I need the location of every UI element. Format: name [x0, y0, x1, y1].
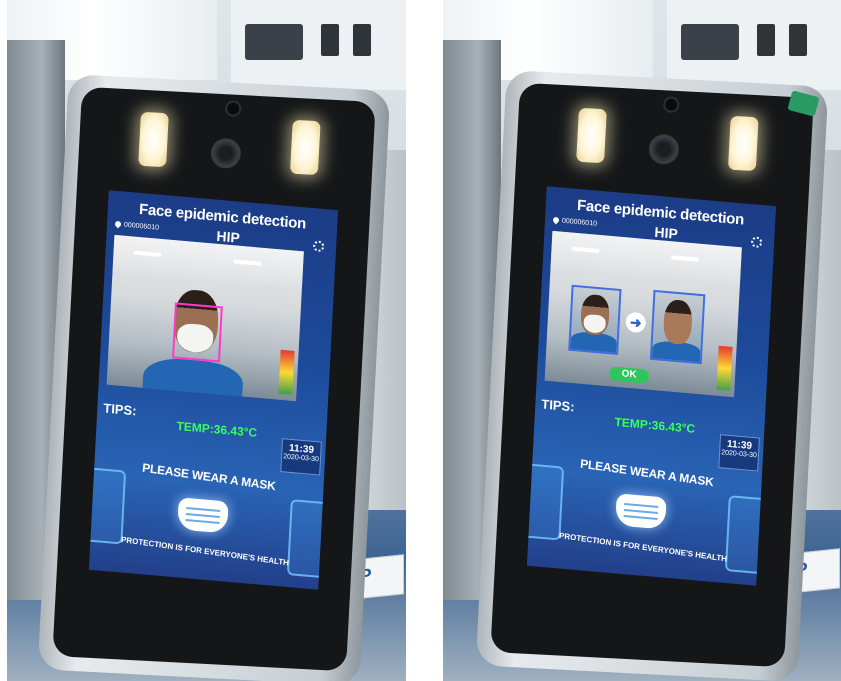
- face-detection-terminal: Face epidemic detection 000006010 HIP ➜: [475, 69, 829, 681]
- wall-device: [321, 24, 339, 56]
- face-mask-icon: [177, 497, 229, 534]
- device-id: 000006010: [551, 216, 598, 228]
- device-id-value: 000006010: [123, 221, 160, 232]
- face-mask-icon: [615, 493, 667, 530]
- device-id: 000006010: [113, 220, 160, 232]
- sensor-icon: [662, 96, 680, 114]
- device-id-value: 000006010: [561, 217, 598, 228]
- tips-label: TIPS:: [102, 400, 137, 419]
- ceiling-light: [671, 255, 700, 262]
- right-photo: HIP Face epidemic detection 000006010 HI…: [443, 0, 841, 681]
- background-display-panel: [667, 0, 841, 90]
- match-ok-badge: OK: [608, 366, 650, 384]
- ceiling-light: [571, 246, 600, 254]
- device-screen: Face epidemic detection 000006010 HIP ➜: [526, 186, 777, 586]
- left-photo: HIP Face epidemic detection 000006010 HI…: [7, 0, 406, 681]
- clock-widget: 11:39 2020-03-30: [280, 438, 322, 476]
- fill-light: [138, 111, 169, 168]
- sensor-icon: [224, 100, 242, 118]
- temperature-reading: TEMP:36.43°C: [176, 418, 258, 440]
- camera-lens-icon: [648, 133, 680, 166]
- wall-device: [757, 24, 775, 56]
- temperature-gauge: [716, 345, 733, 391]
- device-bezel: Face epidemic detection 000006010 HIP TI…: [52, 86, 376, 672]
- device-bezel: Face epidemic detection 000006010 HIP ➜: [490, 82, 820, 668]
- health-footer: PROTECTION IS FOR EVERYONE'S HEALTH: [558, 531, 728, 564]
- green-tag: [787, 90, 820, 117]
- fill-light: [727, 115, 759, 172]
- feed-ceiling: [112, 234, 304, 288]
- settings-gear-icon[interactable]: [750, 236, 763, 249]
- fill-light: [576, 107, 607, 164]
- camera-feed: [106, 234, 304, 402]
- settings-gear-icon[interactable]: [312, 240, 325, 253]
- clock-widget: 11:39 2020-03-30: [718, 434, 760, 472]
- device-screen: Face epidemic detection 000006010 HIP TI…: [88, 190, 339, 590]
- person-head: [662, 298, 693, 346]
- location-pin-icon: [113, 220, 123, 229]
- ceiling-light: [233, 259, 262, 266]
- tips-label: TIPS:: [540, 396, 575, 415]
- wall-device: [789, 24, 807, 56]
- arrow-right-icon: ➜: [625, 311, 647, 334]
- wall-device: [681, 24, 739, 60]
- camera-lens-icon: [210, 137, 242, 170]
- health-footer: PROTECTION IS FOR EVERYONE'S HEALTH: [120, 535, 290, 568]
- fill-light: [289, 119, 321, 176]
- temperature-reading: TEMP:36.43°C: [614, 414, 696, 436]
- camera-feed: ➜ OK: [544, 230, 742, 398]
- feed-ceiling: [550, 230, 742, 284]
- captured-face-photo: [568, 284, 622, 355]
- face-tracking-box: [172, 302, 223, 363]
- location-pin-icon: [551, 216, 561, 225]
- person-body: [141, 355, 244, 402]
- background-display-panel: [231, 0, 406, 90]
- ceiling-light: [133, 250, 162, 258]
- wall-device: [245, 24, 303, 60]
- wall-device: [353, 24, 371, 56]
- face-detection-terminal: Face epidemic detection 000006010 HIP TI…: [37, 73, 391, 681]
- registered-face-photo: [649, 289, 706, 365]
- temperature-gauge: [278, 349, 295, 395]
